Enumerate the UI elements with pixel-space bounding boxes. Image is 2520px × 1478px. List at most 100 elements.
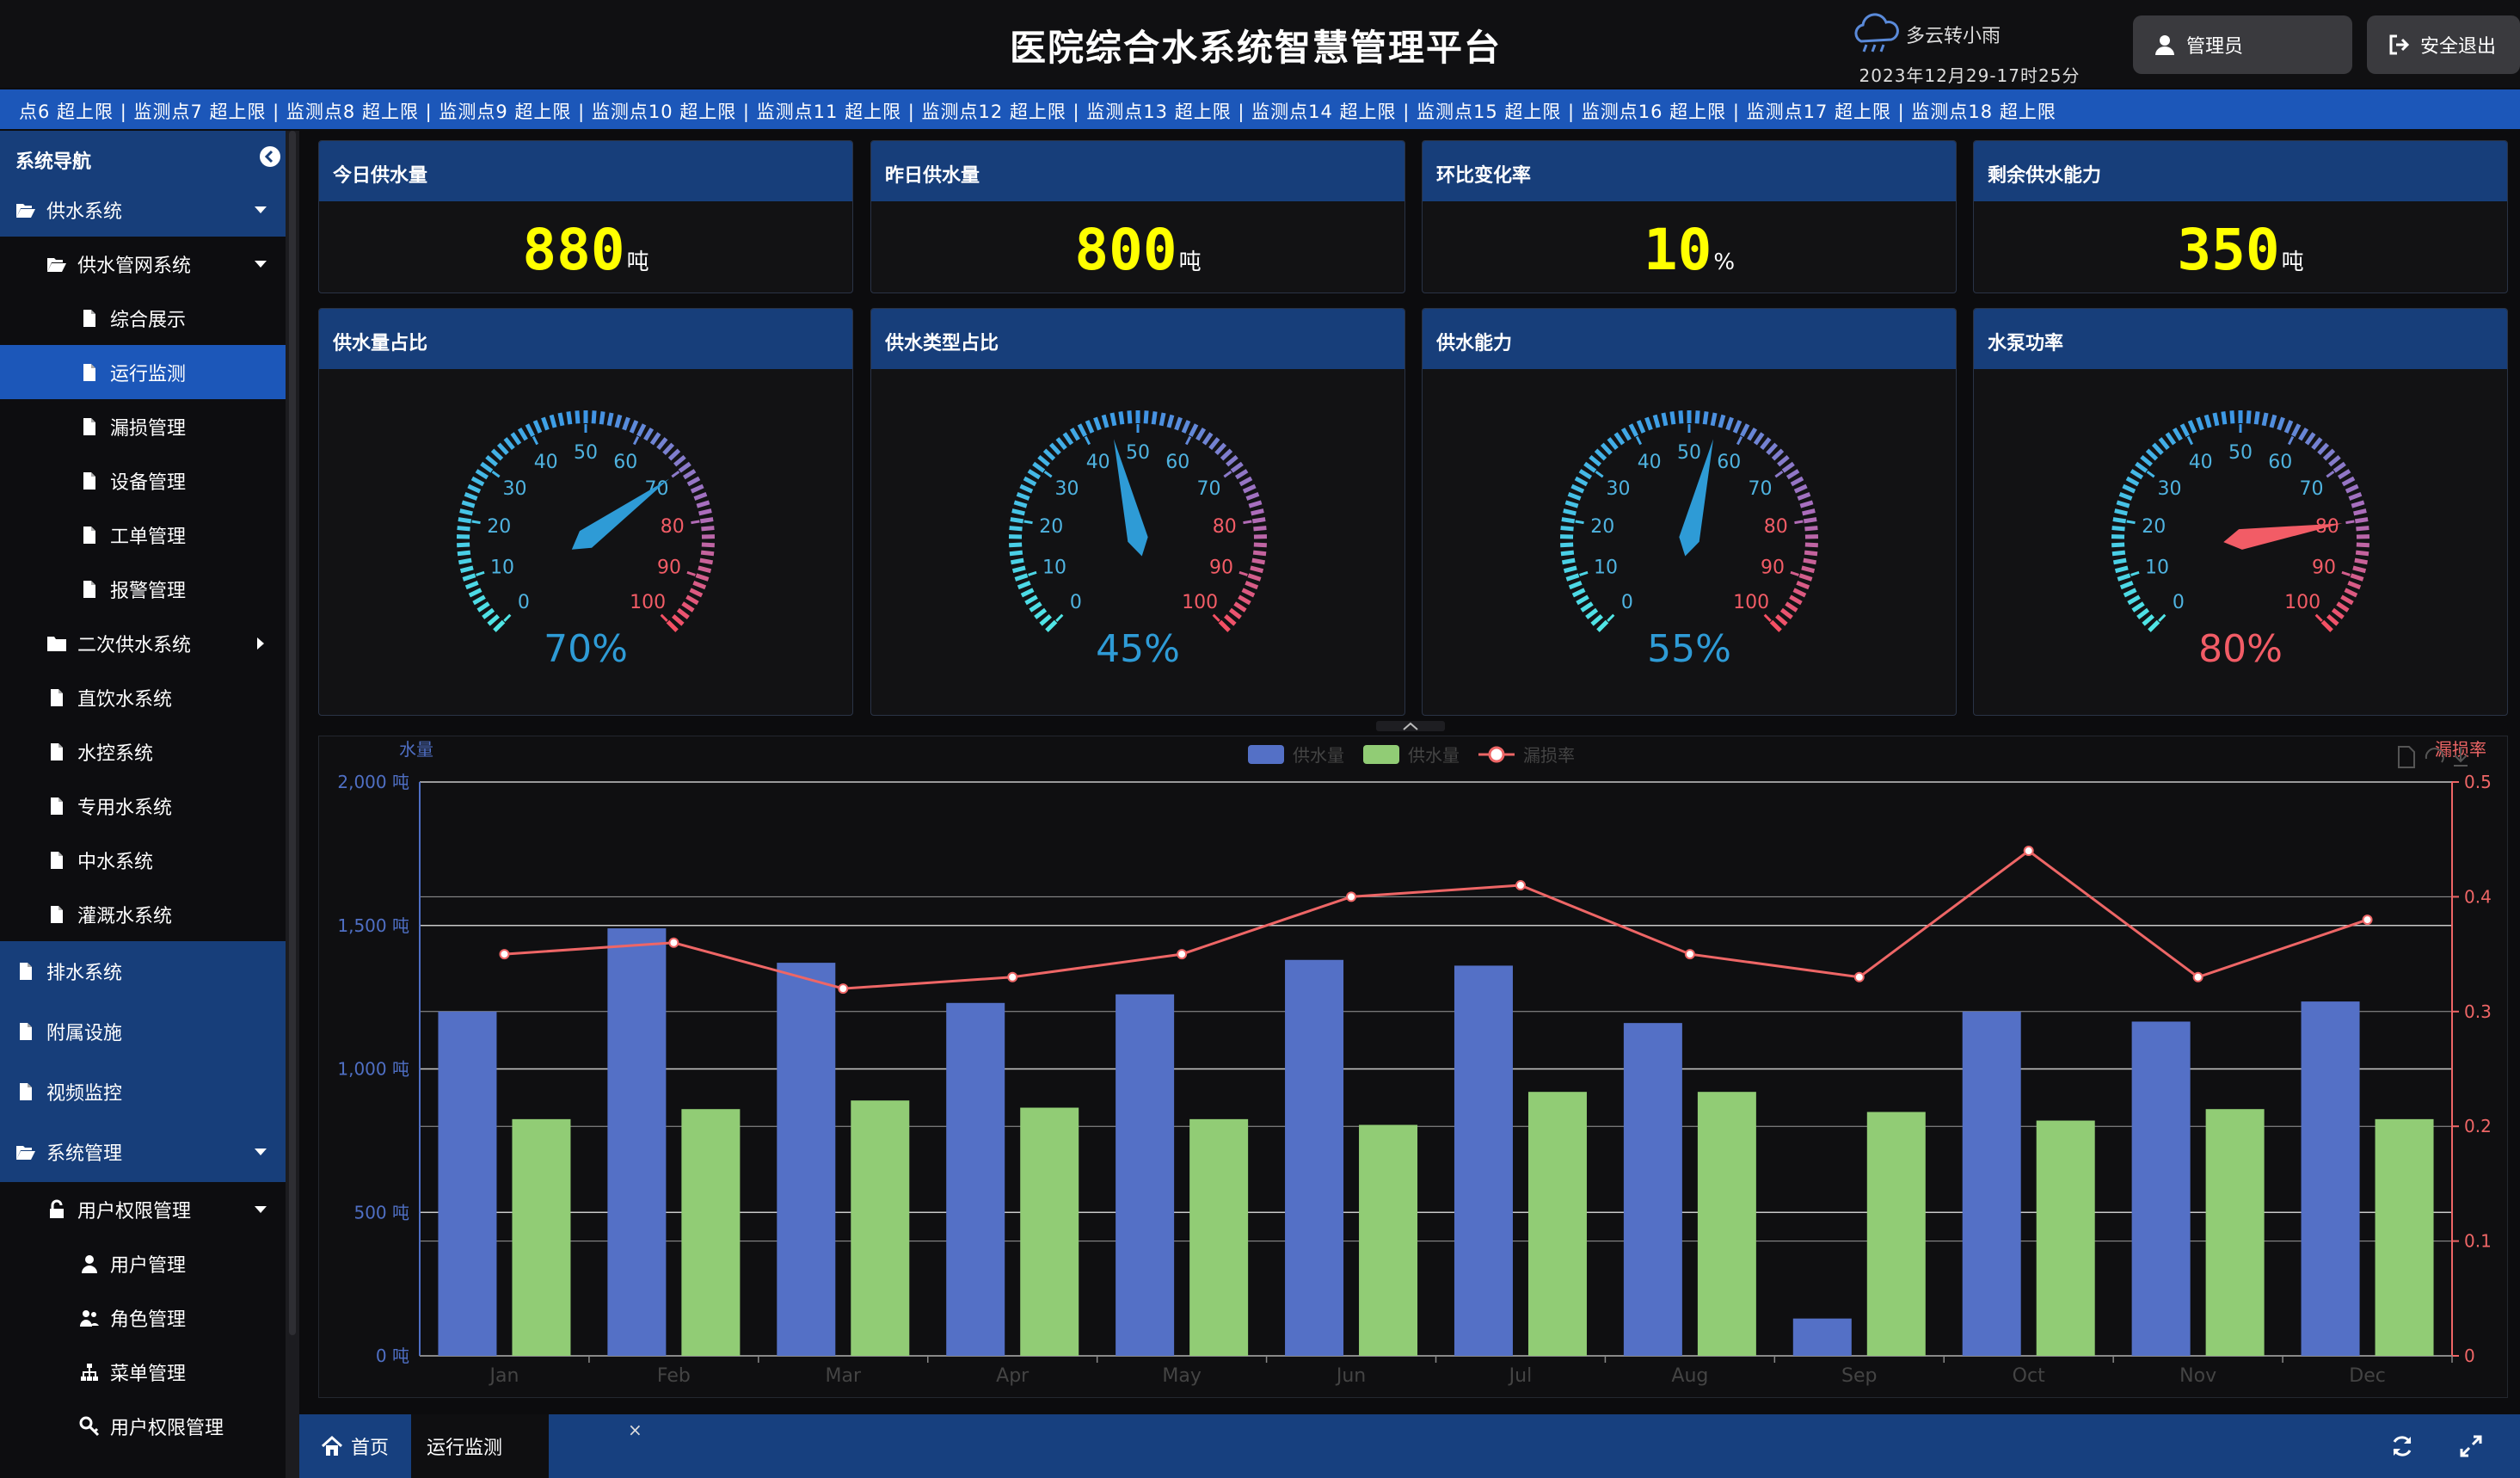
- legend-swatch[interactable]: [1248, 745, 1284, 764]
- sidebar-item[interactable]: 灌溉水系统: [0, 887, 286, 941]
- gauge-tick: [1055, 613, 1064, 622]
- gauge-card: 供水能力 0 10 20 30 40 50 60 70 80 90 100 55%: [1422, 308, 1957, 716]
- gauge-ring-segment: [1769, 619, 1782, 632]
- folder-icon: [47, 636, 66, 651]
- sidebar-item[interactable]: 中水系统: [0, 833, 286, 887]
- gauge-tick: [660, 613, 668, 622]
- gauge-tick-label: 50: [574, 442, 598, 464]
- right-axis-tick-label: 0: [2464, 1346, 2475, 1366]
- sidebar-item[interactable]: 供水系统: [0, 182, 286, 237]
- gauge-tick: [1043, 471, 1053, 478]
- legend-label[interactable]: 供水量: [1408, 745, 1460, 766]
- sidebar-item[interactable]: 菜单管理: [0, 1345, 286, 1399]
- leak-rate-point: [2023, 846, 2034, 857]
- sidebar-item[interactable]: 排水系统: [0, 941, 286, 1001]
- gauge-ring-segment: [1202, 432, 1214, 446]
- legend-label[interactable]: 漏损率: [1523, 745, 1575, 766]
- user-icon: [82, 1254, 97, 1273]
- gauge-ring-segment: [2331, 607, 2345, 619]
- gauge-ring-segment: [1576, 594, 1589, 606]
- chart-bar: [681, 1109, 741, 1356]
- sidebar-item[interactable]: 用户权限管理: [0, 1182, 286, 1236]
- sidebar-item-label: 系统管理: [46, 1143, 123, 1165]
- gauge-ring-segment: [1802, 508, 1816, 516]
- sidebar-item[interactable]: 直饮水系统: [0, 670, 286, 724]
- chart-bar: [1285, 959, 1344, 1356]
- gauge-tick: [1575, 520, 1584, 525]
- stat-unit: 吨: [1178, 249, 1202, 275]
- gauge-tick-label: 80: [1213, 516, 1237, 538]
- gauge-tick-label: 40: [1086, 452, 1110, 473]
- sidebar-item[interactable]: 工单管理: [0, 508, 286, 562]
- sidebar-item[interactable]: 系统管理: [0, 1122, 286, 1182]
- panel-collapse-handle[interactable]: [1376, 719, 1445, 731]
- sidebar-item[interactable]: 设备管理: [0, 453, 286, 508]
- sidebar-item[interactable]: 水控系统: [0, 724, 286, 779]
- sidebar-item[interactable]: 运行监测: [0, 345, 286, 399]
- admin-button[interactable]: 管理员: [2133, 15, 2352, 74]
- sidebar-item[interactable]: 报警管理: [0, 562, 286, 616]
- gauge-ring-segment: [1636, 420, 1646, 434]
- sidebar-item[interactable]: 二次供水系统: [0, 616, 286, 670]
- gauge-ring-segment: [699, 517, 714, 524]
- gauge-tick: [1243, 520, 1252, 525]
- gauge-ring-segment: [1790, 476, 1804, 487]
- gauge-tick-label: 40: [534, 452, 558, 473]
- gauge-tick: [503, 613, 512, 622]
- sidebar-item[interactable]: 漏损管理: [0, 399, 286, 453]
- fullscreen-icon[interactable]: [2458, 1433, 2484, 1459]
- gauge-tick-label: 60: [613, 452, 637, 473]
- user-icon: [2155, 35, 2174, 55]
- chart-legend[interactable]: 供水量 供水量 漏损率: [1248, 745, 1575, 766]
- sidebar-scroll-thumb[interactable]: [289, 131, 296, 1335]
- tab-close-icon[interactable]: ×: [628, 1419, 642, 1440]
- gauge-ring-segment: [1797, 491, 1811, 501]
- sidebar-item[interactable]: 专用水系统: [0, 779, 286, 833]
- gauge-ring-segment: [698, 508, 712, 516]
- data-view-icon[interactable]: [2398, 746, 2415, 768]
- gauge-ring-segment: [510, 432, 522, 446]
- gauge-ring-segment: [629, 420, 639, 434]
- sidebar-item[interactable]: 角色管理: [0, 1290, 286, 1345]
- gauge-ring-segment: [2261, 412, 2269, 427]
- gauge-tick-label: 70: [2300, 478, 2324, 500]
- legend-marker[interactable]: [1488, 746, 1505, 763]
- gauge-tick: [1579, 570, 1589, 576]
- sidebar-item[interactable]: 视频监控: [0, 1062, 286, 1122]
- legend-label[interactable]: 供水量: [1293, 745, 1344, 766]
- gauge-ring-segment: [2114, 508, 2128, 516]
- file-icon: [51, 742, 63, 761]
- gauge-ring-segment: [2350, 573, 2364, 582]
- gauge-ring-segment: [1241, 588, 1256, 598]
- chart-bar: [2375, 1118, 2434, 1356]
- sidebar-item[interactable]: 用户管理: [0, 1236, 286, 1290]
- gauge-ring-segment: [2253, 411, 2260, 425]
- tab-home[interactable]: 首页: [308, 1414, 411, 1478]
- left-axis-tick-label: 1,500 吨: [337, 915, 409, 936]
- sidebar-item[interactable]: 附属设施: [0, 1001, 286, 1062]
- gauge-ring-segment: [490, 448, 504, 461]
- gauge-ring-segment: [689, 588, 704, 598]
- gauge-ring-segment: [614, 414, 623, 428]
- refresh-icon[interactable]: [2389, 1433, 2415, 1459]
- gauge-tick-label: 10: [1594, 557, 1618, 579]
- gauge-ring-segment: [1023, 476, 1037, 487]
- sidebar-item[interactable]: 综合展示: [0, 291, 286, 345]
- stat-card-title: 剩余供水能力: [1988, 165, 2102, 187]
- gauge-ring-segment: [1565, 573, 1580, 582]
- sidebar-item[interactable]: 供水管网系统: [0, 237, 286, 291]
- gauge-ring-segment: [1661, 412, 1669, 427]
- gauge-value-label: 45%: [1096, 627, 1180, 670]
- tab-running-monitor[interactable]: 运行监测 ×: [411, 1414, 642, 1478]
- collapse-sidebar-icon[interactable]: [258, 145, 282, 169]
- logout-button[interactable]: 安全退出: [2367, 15, 2520, 74]
- gauge-ring-segment: [557, 412, 565, 427]
- sidebar-item[interactable]: 用户权限管理: [0, 1399, 286, 1453]
- stat-unit: 吨: [626, 249, 649, 275]
- legend-swatch[interactable]: [1363, 745, 1399, 764]
- gauge-value-label: 70%: [544, 627, 628, 670]
- gauge-ring-segment: [2122, 483, 2136, 494]
- gauge-tick: [632, 435, 640, 446]
- gauge-ring-segment: [2311, 437, 2323, 451]
- file-icon: [20, 963, 32, 980]
